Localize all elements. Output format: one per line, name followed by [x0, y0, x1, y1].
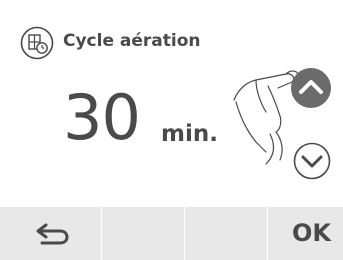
empty-softkey-3[interactable] — [185, 207, 267, 260]
back-button[interactable] — [0, 207, 101, 260]
duration-value: 30 — [63, 81, 141, 154]
decrease-button[interactable] — [293, 142, 331, 180]
screen: Cycle aération 30 min. OK — [0, 0, 343, 260]
increase-button[interactable] — [290, 67, 332, 109]
empty-softkey-2[interactable] — [102, 207, 184, 260]
page-title: Cycle aération — [63, 31, 201, 51]
window-timer-icon — [20, 26, 54, 60]
ok-label: OK — [292, 219, 331, 247]
ok-button[interactable]: OK — [268, 207, 343, 260]
duration-unit: min. — [161, 121, 218, 147]
return-arrow-icon — [36, 223, 69, 245]
bottom-bar: OK — [0, 207, 343, 260]
